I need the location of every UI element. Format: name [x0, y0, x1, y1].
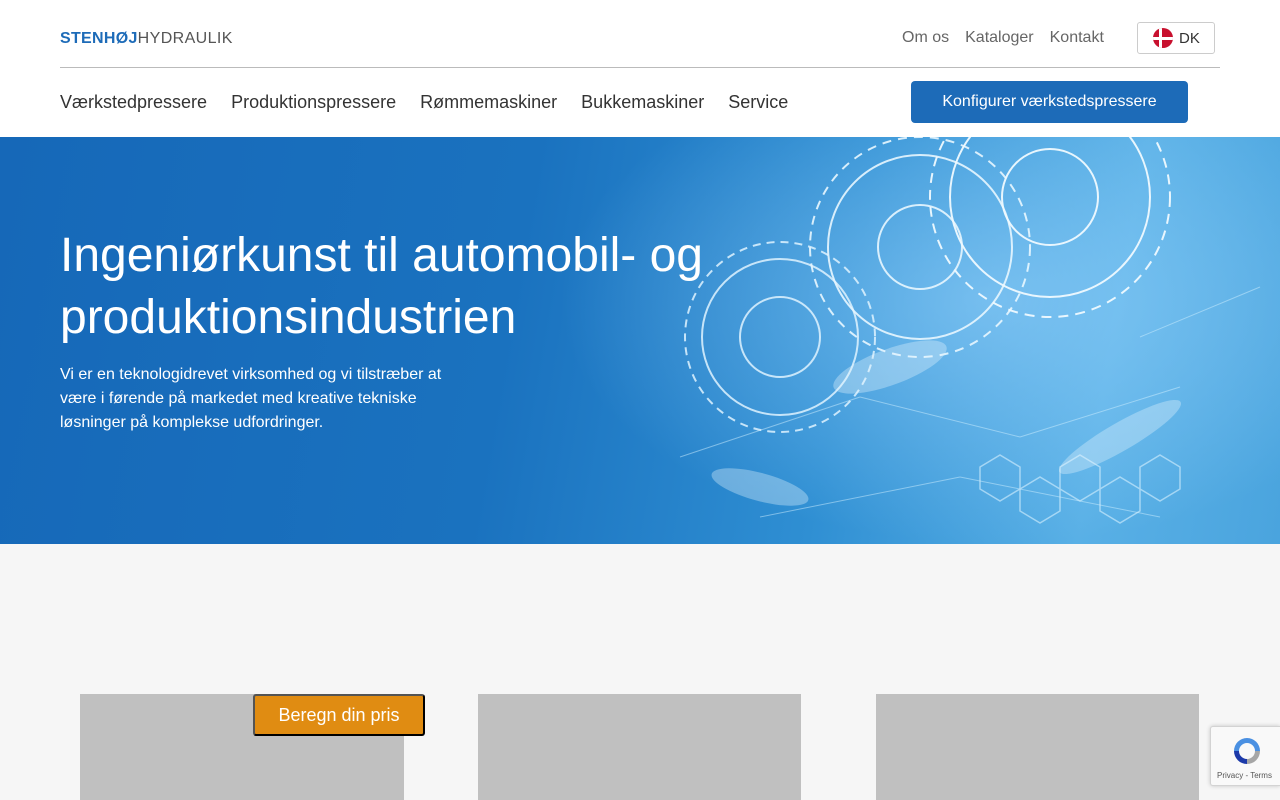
- recaptcha-icon: [1234, 738, 1260, 764]
- top-nav: Om os Kataloger Kontakt: [902, 28, 1104, 48]
- nav-item-workshop-presses[interactable]: Værkstedpressere: [60, 90, 207, 114]
- recaptcha-terms-text: Privacy - Terms: [1217, 771, 1272, 780]
- configure-presses-button[interactable]: Konfigurer værkstedspressere: [911, 81, 1188, 123]
- main-nav: Værkstedpressere Produktionspressere Røm…: [60, 90, 788, 114]
- header-divider: [60, 67, 1220, 68]
- calculate-price-button[interactable]: Beregn din pris: [253, 694, 425, 736]
- top-link-about[interactable]: Om os: [902, 28, 949, 48]
- top-link-contact[interactable]: Kontakt: [1050, 28, 1104, 48]
- product-card-image[interactable]: [876, 694, 1199, 800]
- nav-item-service[interactable]: Service: [728, 90, 788, 114]
- language-label: DK: [1179, 29, 1200, 47]
- product-card-image[interactable]: [478, 694, 801, 800]
- nav-item-broaching-machines[interactable]: Rømmemaskiner: [420, 90, 557, 114]
- hero-banner: Ingeniørkunst til automobil- og produkti…: [0, 137, 1280, 544]
- hero-title: Ingeniørkunst til automobil- og produkti…: [60, 229, 703, 344]
- site-logo[interactable]: STENHØJ HYDRAULIK: [60, 30, 233, 47]
- top-link-catalogs[interactable]: Kataloger: [965, 28, 1034, 48]
- denmark-flag-icon: [1153, 28, 1173, 48]
- nav-item-bending-machines[interactable]: Bukkemaskiner: [581, 90, 704, 114]
- site-header: STENHØJ HYDRAULIK Om os Kataloger Kontak…: [0, 0, 1280, 137]
- logo-light-text: HYDRAULIK: [137, 30, 233, 47]
- recaptcha-badge[interactable]: Privacy - Terms: [1210, 726, 1280, 786]
- product-cards-section: Beregn din pris: [0, 544, 1280, 800]
- hero-subtitle: Vi er en teknologidrevet virksomhed og v…: [60, 366, 442, 431]
- logo-bold-text: STENHØJ: [60, 30, 138, 47]
- nav-item-production-presses[interactable]: Produktionspressere: [231, 90, 396, 114]
- language-selector[interactable]: DK: [1137, 22, 1215, 54]
